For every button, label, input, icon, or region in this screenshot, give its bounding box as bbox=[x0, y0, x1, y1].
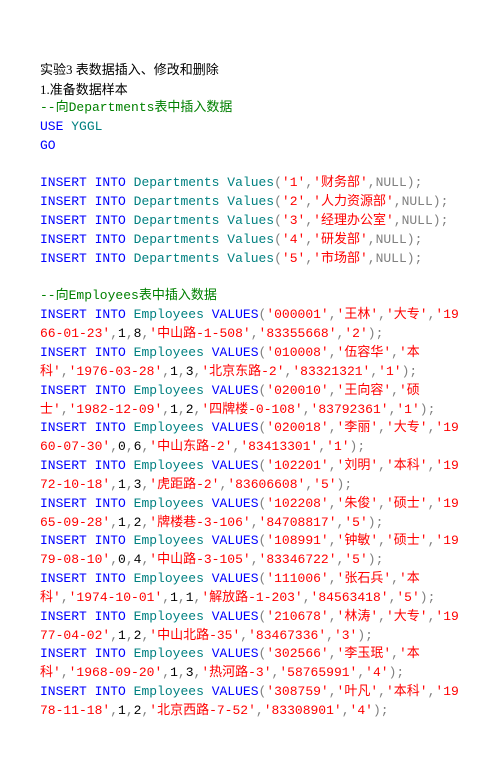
db-name: YGGL bbox=[71, 119, 102, 134]
insert-line: INSERT INTO Employees VALUES('308759','叶… bbox=[40, 683, 462, 721]
insert-line: INSERT INTO Employees VALUES('020010','王… bbox=[40, 382, 462, 420]
departments-inserts: INSERT INTO Departments Values('1','财务部'… bbox=[40, 174, 462, 268]
insert-line: INSERT INTO Employees VALUES('210678','林… bbox=[40, 608, 462, 646]
heading: 实验3 表数据插入、修改和删除 bbox=[40, 60, 462, 80]
go-line: GO bbox=[40, 137, 462, 156]
insert-line: INSERT INTO Employees VALUES('020018','李… bbox=[40, 419, 462, 457]
comment-line: --向Departments表中插入数据 bbox=[40, 99, 462, 118]
insert-line: INSERT INTO Departments Values('2','人力资源… bbox=[40, 193, 462, 212]
insert-line: INSERT INTO Employees VALUES('302566','李… bbox=[40, 645, 462, 683]
insert-line: INSERT INTO Departments Values('1','财务部'… bbox=[40, 174, 462, 193]
insert-line: INSERT INTO Employees VALUES('111006','张… bbox=[40, 570, 462, 608]
insert-line: INSERT INTO Employees VALUES('108991','钟… bbox=[40, 532, 462, 570]
employees-inserts: INSERT INTO Employees VALUES('000001','王… bbox=[40, 306, 462, 721]
subheading: 1.准备数据样本 bbox=[40, 80, 462, 100]
document-page: 实验3 表数据插入、修改和删除 1.准备数据样本 --向Departments表… bbox=[0, 0, 502, 761]
insert-line: INSERT INTO Departments Values('4','研发部'… bbox=[40, 231, 462, 250]
insert-line: INSERT INTO Employees VALUES('010008','伍… bbox=[40, 344, 462, 382]
insert-line: INSERT INTO Departments Values('5','市场部'… bbox=[40, 250, 462, 269]
comment-line: --向Employees表中插入数据 bbox=[40, 287, 462, 306]
insert-line: INSERT INTO Employees VALUES('102208','朱… bbox=[40, 495, 462, 533]
insert-line: INSERT INTO Employees VALUES('000001','王… bbox=[40, 306, 462, 344]
use-line: USE YGGL bbox=[40, 118, 462, 137]
use-keyword: USE bbox=[40, 119, 63, 134]
insert-line: INSERT INTO Employees VALUES('102201','刘… bbox=[40, 457, 462, 495]
code-block: --向Departments表中插入数据 USE YGGL GO INSERT … bbox=[40, 99, 462, 721]
insert-line: INSERT INTO Departments Values('3','经理办公… bbox=[40, 212, 462, 231]
